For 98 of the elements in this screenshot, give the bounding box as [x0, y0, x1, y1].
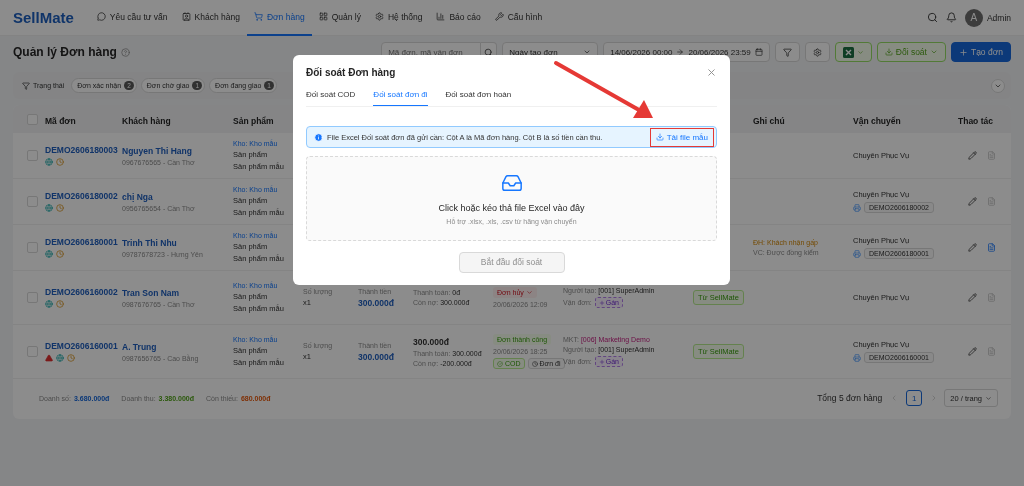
globe-icon — [56, 354, 64, 362]
user-name[interactable]: Admin — [986, 12, 1011, 23]
search-icon — [484, 47, 494, 57]
customer-name[interactable]: chị Nga — [122, 191, 233, 202]
edit-icon[interactable] — [968, 243, 977, 252]
settings-button[interactable] — [804, 42, 830, 62]
app-logo[interactable]: SellMate — [13, 9, 74, 26]
close-icon[interactable] — [706, 67, 717, 78]
filter-button[interactable] — [774, 42, 800, 62]
page-button[interactable]: 1 — [906, 390, 923, 406]
download-template-link[interactable]: Tải file mẫu — [649, 127, 714, 147]
dialog-tab[interactable]: Đối soát đơn hoàn — [445, 90, 512, 106]
printer-icon[interactable] — [853, 249, 861, 258]
dropzone-title: Click hoặc kéo thả file Excel vào đây — [438, 202, 585, 213]
document-icon[interactable] — [987, 347, 996, 356]
grid-icon — [318, 12, 328, 21]
amount-value: 300.000đ — [358, 297, 395, 308]
chevron-down-icon — [929, 48, 938, 56]
gear-icon — [374, 12, 384, 21]
plus-icon — [598, 299, 605, 306]
customer-name[interactable]: Tran Son Nam — [122, 287, 233, 298]
clock-icon — [56, 158, 64, 166]
dialog-title: Đối soát Đơn hàng — [306, 67, 396, 78]
globe-icon — [45, 300, 53, 308]
clock-icon — [56, 300, 64, 308]
clock-icon — [56, 250, 64, 258]
order-id[interactable]: DEMO2606180001 — [45, 237, 122, 247]
filter-icon — [22, 81, 30, 90]
customer-name[interactable]: A. Trung — [122, 341, 233, 352]
collapse-button[interactable] — [991, 78, 1005, 93]
order-id[interactable]: DEMO2606160001 — [45, 341, 122, 351]
wrench-icon — [494, 12, 504, 21]
help-icon[interactable] — [120, 47, 130, 57]
nav-item[interactable]: Yêu cầu tư vấn — [89, 0, 175, 36]
order-id[interactable]: DEMO2606160002 — [45, 287, 122, 297]
column-header: Khách hàng — [122, 116, 171, 126]
total-count: Tổng 5 đơn hàng — [817, 393, 883, 403]
reconcile-button[interactable]: Đối soát — [876, 42, 946, 62]
calendar-icon — [754, 48, 763, 56]
column-header: Mã đơn — [45, 116, 76, 126]
document-icon[interactable] — [987, 151, 996, 160]
nav-item[interactable]: Đơn hàng — [246, 0, 312, 36]
download-icon — [884, 48, 893, 56]
clock-icon — [67, 354, 75, 362]
cart-icon — [253, 12, 263, 21]
nav-item[interactable]: Cấu hình — [487, 0, 550, 36]
customer-name[interactable]: Trinh Thi Nhu — [122, 237, 233, 248]
export-button[interactable] — [834, 42, 872, 62]
search-icon[interactable] — [926, 12, 938, 23]
plus-icon — [958, 47, 968, 57]
document-icon[interactable] — [987, 293, 996, 302]
column-header: Vận chuyển — [853, 116, 901, 126]
arrow-right-icon — [676, 48, 685, 56]
column-header: Sản phẩm — [233, 116, 274, 126]
order-id[interactable]: DEMO2606180003 — [45, 145, 122, 155]
dialog-tab[interactable]: Đối soát đơn đi — [373, 90, 428, 106]
chat-icon — [96, 12, 106, 21]
dialog-tab[interactable]: Đối soát COD — [306, 90, 356, 106]
globe-icon — [45, 204, 53, 212]
bar-chart-icon — [436, 12, 446, 21]
customer-name[interactable]: Nguyen Thi Hang — [122, 145, 233, 156]
settings-icon — [812, 47, 822, 57]
plus-icon — [598, 358, 605, 365]
edit-icon[interactable] — [968, 151, 977, 160]
edit-icon[interactable] — [968, 293, 977, 302]
chevron-down-icon — [856, 48, 864, 56]
edit-icon[interactable] — [968, 347, 977, 356]
bell-icon[interactable] — [945, 12, 957, 23]
user-avatar[interactable]: A — [964, 8, 983, 27]
nav-item[interactable]: Hệ thống — [367, 0, 430, 36]
chevron-down-icon — [583, 48, 592, 56]
clock-icon — [56, 204, 64, 212]
page-title: Quản lý Đơn hàng — [13, 45, 117, 59]
printer-icon[interactable] — [853, 353, 861, 362]
globe-icon — [45, 250, 53, 258]
nav-item[interactable]: Quản lý — [311, 0, 368, 36]
column-header: Thao tác — [958, 116, 993, 126]
chevron-down-icon — [525, 289, 533, 296]
clock-icon — [531, 360, 538, 367]
spreadsheet-icon — [842, 46, 854, 58]
contact-card-icon — [181, 12, 191, 21]
order-total: 300.000đ — [413, 336, 450, 347]
document-icon[interactable] — [987, 243, 996, 252]
check-circle-icon — [497, 360, 503, 367]
amount-value: 300.000đ — [358, 351, 395, 362]
printer-icon[interactable] — [853, 203, 861, 212]
order-id[interactable]: DEMO2606180002 — [45, 191, 122, 201]
edit-icon[interactable] — [968, 197, 977, 206]
nav-item[interactable]: Khách hàng — [174, 0, 247, 36]
document-icon[interactable] — [987, 197, 996, 206]
column-header: Ghi chú — [753, 116, 785, 126]
filter-icon — [782, 47, 792, 57]
nav-item[interactable]: Báo cáo — [429, 0, 488, 36]
create-order-button[interactable]: Tạo đơn — [950, 42, 1011, 62]
download-icon — [655, 133, 664, 142]
info-icon — [314, 132, 323, 142]
chevron-down-icon — [985, 394, 992, 402]
globe-icon — [45, 158, 53, 166]
